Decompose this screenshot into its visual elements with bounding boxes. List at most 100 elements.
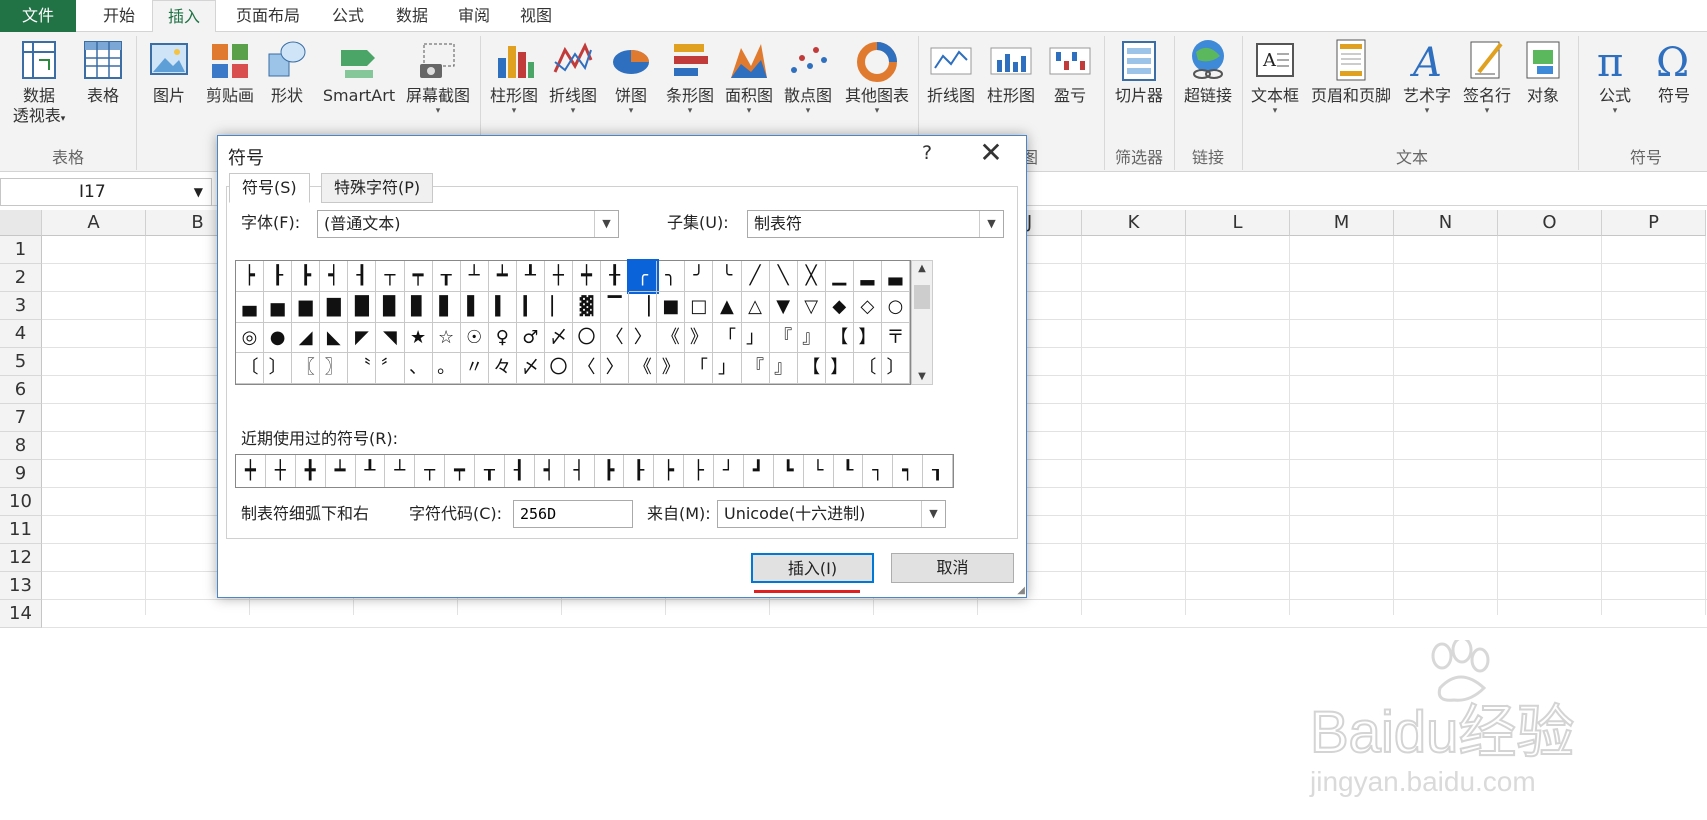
symbol-cell[interactable]: 〇 (573, 322, 602, 354)
sparkline-column-button[interactable]: 柱形图 (982, 36, 1040, 106)
symbol-cell[interactable]: 」 (741, 322, 770, 354)
row-header[interactable]: 14 (0, 600, 42, 628)
symbol-cell[interactable]: ★ (404, 322, 433, 354)
font-select[interactable]: (普通文本) ▼ (317, 210, 619, 238)
symbol-cell[interactable]: 〞 (376, 353, 405, 384)
symbol-cell[interactable]: ┯ (404, 261, 433, 292)
recent-symbol-cell[interactable]: ┨ (505, 455, 535, 487)
row-header[interactable]: 11 (0, 516, 42, 544)
symbol-cell[interactable]: ▆ (292, 291, 321, 323)
symbol-cell[interactable]: 、 (404, 353, 433, 384)
row-header[interactable]: 8 (0, 432, 42, 460)
symbol-cell[interactable]: 〆 (516, 353, 545, 384)
scatter-chart-button[interactable]: 散点图 ▾ (778, 36, 838, 116)
symbol-cell[interactable]: 〈 (601, 322, 630, 354)
pie-chart-button[interactable]: 饼图 ▾ (604, 36, 658, 116)
symbol-cell[interactable]: ◆ (825, 291, 854, 323)
recent-symbol-cell[interactable]: ┤ (565, 455, 595, 487)
char-code-input[interactable] (513, 500, 633, 528)
row-header[interactable]: 4 (0, 320, 42, 348)
scroll-up-icon[interactable]: ▲ (912, 263, 932, 274)
symbol-cell[interactable]: 々 (488, 353, 517, 384)
symbol-cell[interactable]: ☆ (432, 322, 461, 354)
recent-symbol-cell[interactable]: ┷ (326, 455, 356, 487)
symbol-cell[interactable]: ▂ (853, 261, 882, 292)
symbol-cell[interactable]: 】 (853, 322, 882, 354)
column-header[interactable]: A (42, 210, 146, 236)
row-header[interactable]: 1 (0, 236, 42, 264)
symbol-cell[interactable]: ╯ (685, 261, 714, 292)
symbol-cell[interactable]: ▇ (320, 291, 349, 323)
symbol-cell[interactable]: ┨ (348, 261, 377, 292)
tab-formulas[interactable]: 公式 (320, 0, 376, 32)
symbol-cell[interactable]: ┬ (376, 261, 405, 292)
symbol-cell[interactable]: ◥ (376, 322, 405, 354)
symbol-cell[interactable]: ┥ (320, 261, 349, 292)
row-header[interactable]: 2 (0, 264, 42, 292)
symbol-cell[interactable]: ┼ (544, 261, 573, 292)
shapes-button[interactable]: 形状 (262, 36, 312, 106)
symbol-cell[interactable]: ╲ (769, 261, 798, 292)
symbol-button[interactable]: Ω 符号 (1646, 36, 1702, 106)
from-select[interactable]: Unicode(十六进制) ▼ (717, 500, 946, 528)
symbol-cell[interactable]: █ (348, 291, 377, 323)
symbol-cell[interactable]: ▼ (769, 291, 798, 323)
tab-review[interactable]: 审阅 (446, 0, 502, 32)
symbol-cell[interactable]: 【 (825, 322, 854, 354)
tab-special-characters[interactable]: 特殊字符(P) (321, 173, 434, 203)
textbox-button[interactable]: A 文本框 ▾ (1246, 36, 1304, 116)
symbol-cell[interactable]: ▊ (404, 291, 433, 323)
symbol-cell[interactable]: ▕ (629, 291, 658, 323)
symbol-cell[interactable]: 】 (825, 353, 854, 384)
symbol-cell[interactable]: 〕 (264, 353, 293, 384)
sparkline-winloss-button[interactable]: 盈亏 (1044, 36, 1096, 106)
symbol-cell[interactable]: ● (264, 322, 293, 354)
symbol-cell[interactable]: ▉ (376, 291, 405, 323)
signature-line-button[interactable]: 签名行 ▾ (1458, 36, 1516, 116)
recent-symbol-cell[interactable]: ┐ (863, 455, 894, 487)
symbol-cell[interactable]: 『 (769, 322, 798, 354)
symbol-cell[interactable]: ┰ (432, 261, 461, 292)
symbol-cell[interactable]: ┝ (236, 261, 265, 292)
symbol-grid[interactable]: ┝ ┠ ┣ ┥ ┨ ┬ ┯ ┰ ┴ ┷ ┸ ┼ ┿ ╂ ╭ ╮ ╯ ╰ ╱ ╲ ╳ ▁ ▂ ▃ ▄ ▅ ▆ ▇ █ ▉ ▊ ▋ ▌ ▍ ▎ ▏ ▓ ▔ ▕ ■… (235, 259, 911, 385)
picture-button[interactable]: 图片 (142, 36, 196, 106)
recent-symbol-cell[interactable]: └ (804, 455, 834, 487)
row-header[interactable]: 7 (0, 404, 42, 432)
symbol-cell[interactable]: ▅ (264, 291, 293, 323)
symbol-cell[interactable]: 〔 (236, 353, 265, 384)
column-header[interactable]: M (1290, 210, 1394, 236)
symbol-cell[interactable]: ▲ (713, 291, 742, 323)
row-header[interactable]: 10 (0, 488, 42, 516)
pivot-table-button[interactable]: 数据 透视表▾ (4, 36, 74, 129)
symbol-cell[interactable]: 〝 (348, 353, 377, 384)
recent-symbol-cell[interactable]: ┯ (445, 455, 475, 487)
symbol-cell[interactable]: 《 (629, 353, 658, 384)
symbol-cell-selected[interactable]: ╭ (627, 259, 660, 294)
chevron-down-icon[interactable]: ▼ (594, 211, 618, 237)
symbol-cell[interactable]: 』 (797, 322, 826, 354)
symbol-cell[interactable]: ┷ (488, 261, 517, 292)
symbol-cell[interactable]: ◎ (236, 322, 265, 354)
recent-symbol-cell[interactable]: ┸ (356, 455, 386, 487)
row-header[interactable]: 6 (0, 376, 42, 404)
select-all-corner[interactable] (0, 210, 42, 236)
symbol-cell[interactable]: ○ (881, 291, 910, 323)
sparkline-line-button[interactable]: 折线图 (922, 36, 980, 106)
chevron-down-icon[interactable]: ▼ (194, 179, 203, 205)
recent-symbol-cell[interactable]: ┗ (774, 455, 804, 487)
symbol-cell[interactable]: 《 (657, 322, 686, 354)
smartart-button[interactable]: SmartArt (316, 36, 402, 106)
symbol-cell[interactable]: ▓ (573, 291, 602, 323)
symbol-cell[interactable]: ◤ (348, 322, 377, 354)
chevron-down-icon[interactable]: ▼ (979, 211, 1003, 237)
symbol-cell[interactable]: 」 (713, 353, 742, 384)
area-chart-button[interactable]: 面积图 ▾ (720, 36, 778, 116)
other-charts-button[interactable]: 其他图表 ▾ (840, 36, 914, 116)
cancel-button[interactable]: 取消 (891, 553, 1014, 583)
tab-view[interactable]: 视图 (508, 0, 564, 32)
scrollbar-thumb[interactable] (914, 285, 930, 309)
tab-insert[interactable]: 插入 (152, 0, 216, 33)
symbol-cell[interactable]: ╮ (657, 261, 686, 292)
column-header[interactable]: N (1394, 210, 1498, 236)
symbol-cell[interactable]: 〆 (544, 322, 573, 354)
